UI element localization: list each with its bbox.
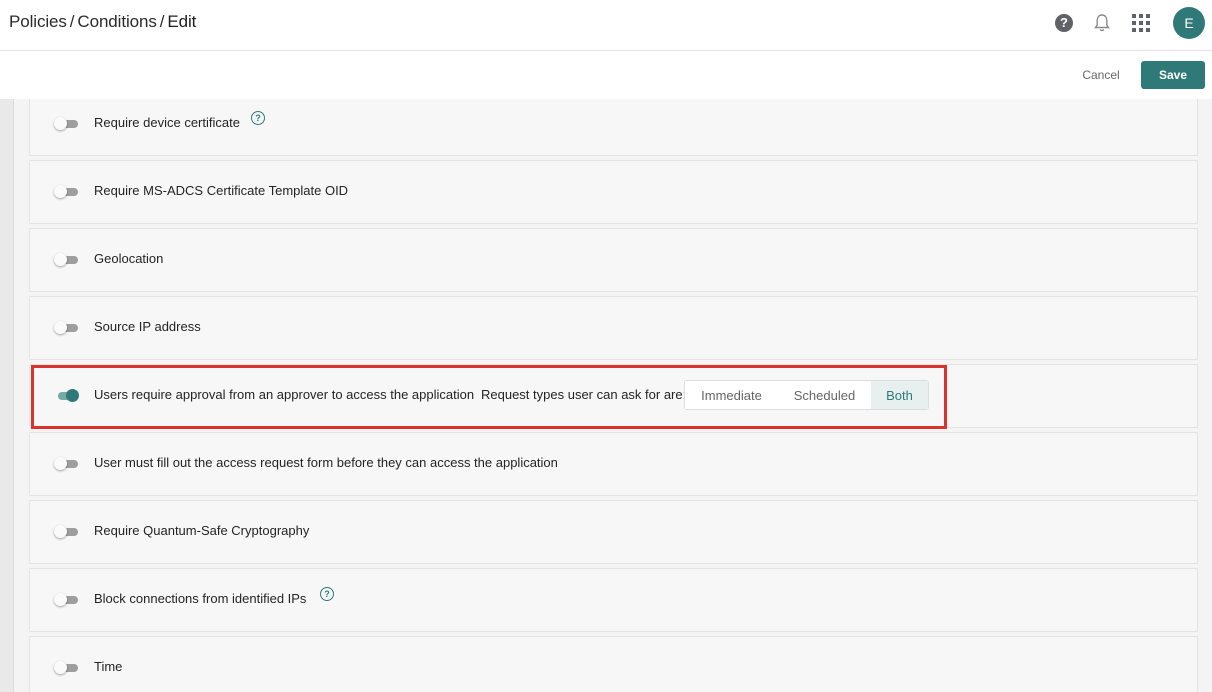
breadcrumb-conditions[interactable]: Conditions — [77, 12, 156, 31]
highlight-annotation-box — [31, 365, 947, 429]
breadcrumb: Policies / Conditions / Edit — [9, 12, 196, 32]
condition-row: Source IP address — [29, 296, 1198, 360]
toggle-switch[interactable] — [54, 457, 78, 470]
help-circle-icon[interactable]: ? — [320, 587, 334, 601]
condition-label: User must fill out the access request fo… — [94, 455, 558, 470]
condition-row: User must fill out the access request fo… — [29, 432, 1198, 496]
apps-grid-icon[interactable] — [1132, 14, 1150, 32]
condition-row: Block connections from identified IPs ? — [29, 568, 1198, 632]
toggle-switch[interactable] — [54, 525, 78, 538]
toggle-switch[interactable] — [54, 661, 78, 674]
condition-label: Geolocation — [94, 251, 164, 266]
help-icon[interactable]: ? — [1055, 14, 1073, 32]
condition-row: Require Quantum-Safe Cryptography — [29, 500, 1198, 564]
condition-row: Require device certificate ? — [29, 99, 1198, 156]
action-bar: Cancel Save — [0, 51, 1212, 99]
top-bar: Policies / Conditions / Edit ? E — [0, 0, 1212, 51]
breadcrumb-separator: / — [159, 12, 165, 31]
avatar[interactable]: E — [1173, 7, 1205, 39]
condition-row: Require MS-ADCS Certificate Template OID — [29, 160, 1198, 224]
condition-label: Time — [94, 659, 123, 674]
toggle-switch[interactable] — [54, 185, 78, 198]
condition-label: Require Quantum-Safe Cryptography — [94, 523, 310, 538]
condition-label: Source IP address — [94, 319, 201, 334]
condition-label: Block connections from identified IPs — [94, 591, 307, 606]
breadcrumb-current: Edit — [167, 12, 197, 31]
toggle-switch[interactable] — [54, 593, 78, 606]
toggle-switch[interactable] — [54, 321, 78, 334]
breadcrumb-separator: / — [69, 12, 75, 31]
condition-row: Geolocation — [29, 228, 1198, 292]
toggle-switch[interactable] — [54, 253, 78, 266]
condition-label: Require MS-ADCS Certificate Template OID — [94, 183, 349, 198]
condition-row: Time — [29, 636, 1198, 692]
breadcrumb-policies[interactable]: Policies — [9, 12, 67, 31]
bell-icon[interactable] — [1094, 13, 1110, 33]
cancel-button[interactable]: Cancel — [1072, 62, 1130, 88]
help-circle-icon[interactable]: ? — [251, 111, 265, 125]
left-rail — [0, 99, 14, 692]
condition-label: Require device certificate — [94, 115, 240, 130]
toggle-switch[interactable] — [54, 117, 78, 130]
save-button[interactable]: Save — [1141, 61, 1205, 89]
